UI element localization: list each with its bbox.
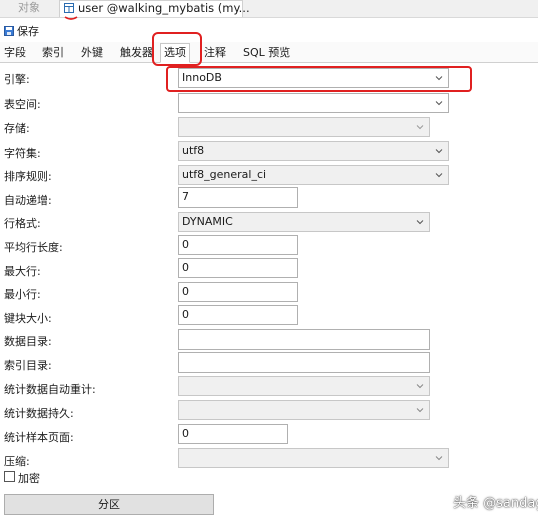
tab-title: user @walking_mybatis (my... [78, 1, 250, 15]
max-rows-label: 最大行: [4, 265, 41, 278]
row-format-select[interactable]: DYNAMIC [178, 212, 430, 232]
data-directory-input[interactable] [178, 329, 430, 350]
chevron-down-icon [435, 101, 443, 106]
auto-increment-input[interactable]: 7 [178, 187, 298, 208]
charset-select[interactable]: utf8 [178, 141, 449, 161]
collation-label: 排序规则: [4, 170, 52, 183]
tab-indexes[interactable]: 索引 [42, 44, 64, 61]
index-directory-label: 索引目录: [4, 359, 52, 372]
storage-label: 存储: [4, 122, 30, 135]
chevron-down-icon [416, 384, 424, 389]
stats-persistent-select[interactable] [178, 400, 430, 420]
stats-auto-recalc-label: 统计数据自动重计: [4, 383, 96, 396]
chevron-down-icon [416, 125, 424, 130]
chevron-down-icon [435, 149, 443, 154]
tablespace-label: 表空间: [4, 98, 41, 111]
charset-label: 字符集: [4, 147, 41, 160]
key-block-size-input[interactable]: 0 [178, 305, 298, 325]
avg-row-length-label: 平均行长度: [4, 241, 63, 254]
engine-select[interactable]: InnoDB [178, 68, 449, 88]
stats-sample-pages-label: 统计样本页面: [4, 431, 74, 444]
stats-sample-pages-input[interactable]: 0 [178, 424, 288, 444]
save-label: 保存 [17, 25, 39, 38]
tab-objects[interactable]: 对象 [18, 0, 40, 17]
chevron-down-icon [416, 220, 424, 225]
compression-label: 压缩: [4, 455, 30, 468]
row-format-label: 行格式: [4, 217, 41, 230]
save-icon [4, 26, 14, 36]
charset-value: utf8 [182, 144, 205, 157]
tab-triggers[interactable]: 触发器 [120, 44, 153, 61]
stats-auto-recalc-select[interactable] [178, 376, 430, 396]
index-directory-input[interactable] [178, 352, 430, 373]
encryption-checkbox[interactable] [4, 471, 15, 482]
tablespace-select[interactable] [178, 93, 449, 113]
save-button[interactable]: 保存 [4, 24, 39, 40]
red-highlight-options-tab [152, 32, 202, 66]
storage-select [178, 117, 430, 137]
tab-sql-preview[interactable]: SQL 预览 [243, 44, 290, 61]
watermark: 头条 @sandag [453, 496, 538, 511]
key-block-size-label: 键块大小: [4, 312, 52, 325]
engine-label: 引擎: [4, 73, 30, 86]
row-format-value: DYNAMIC [182, 215, 233, 228]
min-rows-input[interactable]: 0 [178, 282, 298, 302]
tab-fields[interactable]: 字段 [4, 44, 26, 61]
min-rows-label: 最小行: [4, 288, 41, 301]
encryption-label: 加密 [18, 472, 40, 485]
compression-select[interactable] [178, 448, 449, 468]
tab-comments[interactable]: 注释 [204, 44, 226, 61]
chevron-down-icon [416, 408, 424, 413]
collation-select[interactable]: utf8_general_ci [178, 165, 449, 185]
max-rows-input[interactable]: 0 [178, 258, 298, 278]
chevron-down-icon [435, 173, 443, 178]
red-underline-annotation [64, 16, 78, 20]
tab-table-design[interactable]: user @walking_mybatis (my... [59, 0, 250, 17]
engine-value: InnoDB [182, 71, 222, 84]
stats-persistent-label: 统计数据持久: [4, 407, 74, 420]
tab-foreign-keys[interactable]: 外键 [81, 44, 103, 61]
auto-increment-label: 自动递增: [4, 194, 52, 207]
data-directory-label: 数据目录: [4, 335, 52, 348]
collation-value: utf8_general_ci [182, 168, 267, 181]
chevron-down-icon [435, 456, 443, 461]
avg-row-length-input[interactable]: 0 [178, 235, 298, 255]
chevron-down-icon [435, 76, 443, 81]
partition-button[interactable]: 分区 [4, 494, 214, 515]
